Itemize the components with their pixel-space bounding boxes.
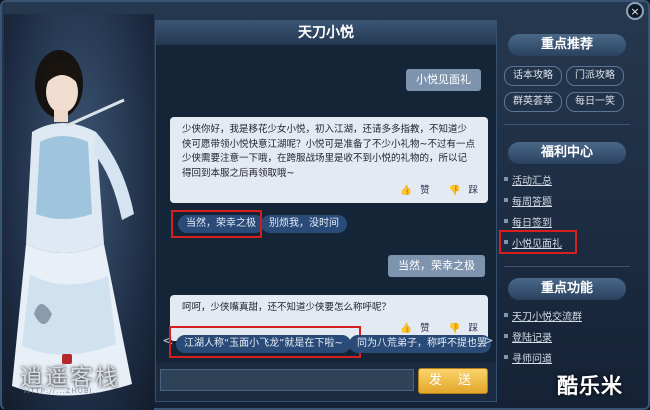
message-input[interactable] xyxy=(160,369,414,391)
user-message: 当然，荣幸之极 xyxy=(388,255,485,277)
character-illustration xyxy=(12,50,134,396)
chat-panel: 天刀小悦 小悦见面礼 少侠你好，我是移花少女小悦，初入江湖，还请多多指教，不知道… xyxy=(155,20,497,402)
welfare-link[interactable]: 每日签到 xyxy=(512,214,552,229)
feature-link[interactable]: 天刀小悦交流群 xyxy=(512,308,582,323)
message-feedback: 👍 赞 👎 踩 xyxy=(384,184,478,199)
bullet-icon xyxy=(504,313,508,317)
character-portrait: 逍遥客栈 HTTP://...ZHUBI... xyxy=(4,14,154,410)
divider xyxy=(504,266,630,267)
watermark: 酷乐米 xyxy=(557,374,623,398)
chat-title: 天刀小悦 xyxy=(156,21,496,45)
bullet-icon xyxy=(504,219,508,223)
choice-option[interactable]: 别烦我，没时间 xyxy=(261,215,347,233)
thumb-up-icon: 👍 xyxy=(400,322,413,334)
logo-url: HTTP://...ZHUBI... xyxy=(24,387,103,395)
recommend-item[interactable]: 话本攻略 xyxy=(504,66,562,86)
divider xyxy=(504,124,630,125)
choices-next-arrow[interactable]: > xyxy=(482,333,494,349)
welfare-link[interactable]: 每周答题 xyxy=(512,193,552,208)
send-button[interactable]: 发 送 xyxy=(418,368,488,394)
recommend-item[interactable]: 群英荟萃 xyxy=(504,92,562,112)
feature-link[interactable]: 登陆记录 xyxy=(512,329,552,344)
input-row: 发 送 xyxy=(156,365,496,401)
section-features-title: 重点功能 xyxy=(508,278,626,300)
recommend-item[interactable]: 门派攻略 xyxy=(566,66,624,86)
recommend-item[interactable]: 每日一笑 xyxy=(566,92,624,112)
highlight-box xyxy=(499,230,577,254)
bot-message-text: 少侠你好，我是移花少女小悦，初入江湖，还请多多指教，不知道少侠可愿带领小悦快意江… xyxy=(182,124,475,179)
message-feedback: 👍 赞 👎 踩 xyxy=(384,322,478,337)
bot-message: 少侠你好，我是移花少女小悦，初入江湖，还请多多指教，不知道少侠可愿带领小悦快意江… xyxy=(170,117,488,203)
bullet-icon xyxy=(504,355,508,359)
section-welfare-title: 福利中心 xyxy=(508,142,626,164)
bullet-icon xyxy=(504,177,508,181)
thumb-up-icon: 👍 xyxy=(400,184,413,196)
like-button[interactable]: 👍 赞 xyxy=(392,323,429,334)
message-list[interactable]: 小悦见面礼 少侠你好，我是移花少女小悦，初入江湖，还请多多指教，不知道少侠可愿带… xyxy=(156,45,496,363)
bullet-icon xyxy=(504,198,508,202)
thumb-down-icon: 👎 xyxy=(448,184,461,196)
dislike-button[interactable]: 👎 踩 xyxy=(441,323,478,334)
bot-message-text: 呵呵，少侠嘴真甜，还不知道少侠要怎么称呼呢？ xyxy=(182,302,392,313)
thumb-down-icon: 👎 xyxy=(448,322,461,334)
feature-link[interactable]: 寻师问道 xyxy=(512,350,552,365)
welfare-link[interactable]: 活动汇总 xyxy=(512,172,552,187)
highlight-box xyxy=(171,210,262,238)
user-message: 小悦见面礼 xyxy=(406,69,481,91)
bullet-icon xyxy=(504,334,508,338)
like-button[interactable]: 👍 赞 xyxy=(392,185,429,196)
choice-option[interactable]: 同为八荒弟子，称呼不提也罢 xyxy=(349,335,491,353)
dislike-button[interactable]: 👎 踩 xyxy=(441,185,478,196)
highlight-box xyxy=(169,326,361,358)
close-button[interactable]: × xyxy=(626,2,644,20)
sidebar: 重点推荐 话本攻略 门派攻略 群英荟萃 每日一笑 福利中心 活动汇总 每周答题 … xyxy=(499,20,634,405)
section-recommend-title: 重点推荐 xyxy=(508,34,626,56)
